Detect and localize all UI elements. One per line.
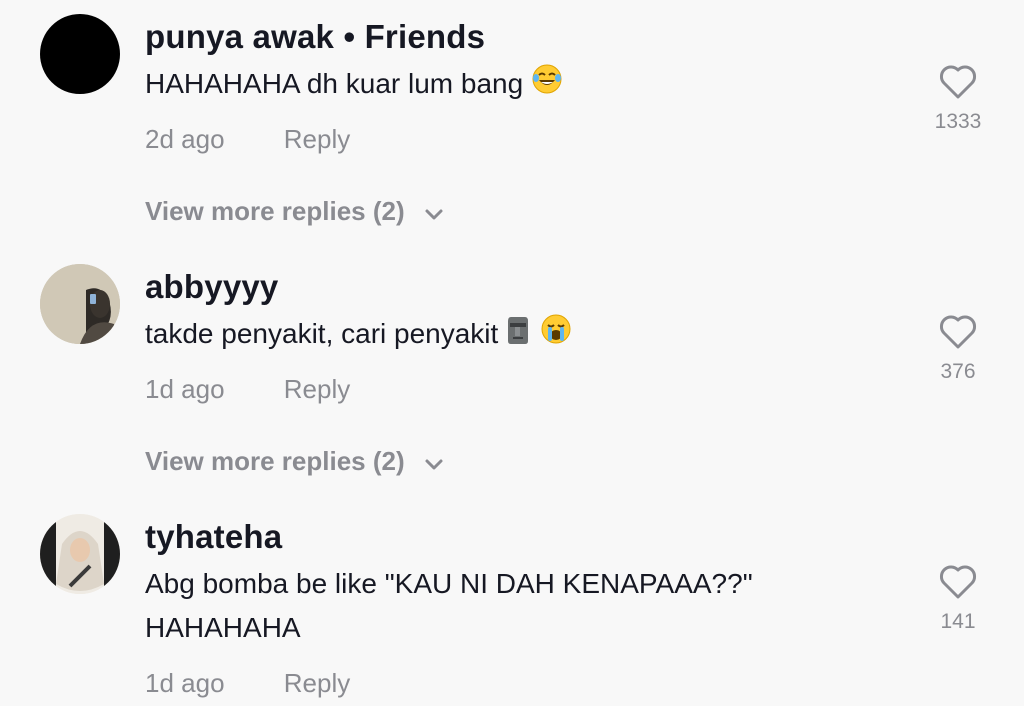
comment-meta: 1d ago Reply (145, 668, 350, 699)
comment-time: 1d ago (145, 668, 225, 698)
heart-outline-icon (939, 315, 977, 349)
reply-button[interactable]: Reply (284, 668, 350, 698)
like-count: 1333 (934, 110, 982, 133)
like-button[interactable]: 376 (928, 314, 988, 384)
chevron-down-icon (424, 448, 444, 479)
comment-username[interactable]: punya awak • Friends (145, 18, 485, 56)
like-count: 376 (940, 360, 976, 383)
comment-username[interactable]: tyhateha (145, 518, 282, 556)
like-button[interactable]: 141 (928, 564, 988, 634)
loudly-crying-face-icon (540, 313, 572, 358)
comment-text-body: takde penyakit, cari penyakit (145, 318, 499, 349)
moai-icon (506, 313, 532, 358)
comment-text-line: HAHAHAHA (145, 612, 301, 643)
comment-text-body: HAHAHAHA dh kuar lum bang (145, 68, 524, 99)
heart-outline-icon (939, 565, 977, 599)
avatar[interactable] (40, 264, 120, 344)
reply-button[interactable]: Reply (284, 374, 350, 404)
reply-button[interactable]: Reply (284, 124, 350, 154)
comment-time: 1d ago (145, 374, 225, 404)
heart-outline-icon (939, 65, 977, 99)
face-with-tears-of-joy-icon (531, 63, 563, 108)
comment-meta: 2d ago Reply (145, 124, 350, 155)
like-count: 141 (940, 610, 976, 633)
view-more-replies-button[interactable]: View more replies (2) (145, 196, 444, 229)
comment-text-line: Abg bomba be like "KAU NI DAH KENAPAAA??… (145, 568, 753, 599)
comment-username[interactable]: abbyyyy (145, 268, 278, 306)
view-more-replies-button[interactable]: View more replies (2) (145, 446, 444, 479)
view-more-label: View more replies (2) (145, 446, 405, 476)
view-more-label: View more replies (2) (145, 196, 405, 226)
avatar[interactable] (40, 514, 120, 594)
comment-text: takde penyakit, cari penyakit (145, 312, 572, 358)
chevron-down-icon (424, 198, 444, 229)
comment-time: 2d ago (145, 124, 225, 154)
comment-list: punya awak • Friends HAHAHAHA dh kuar lu… (0, 0, 1024, 706)
like-button[interactable]: 1333 (928, 64, 988, 134)
avatar[interactable] (40, 14, 120, 94)
comment-meta: 1d ago Reply (145, 374, 350, 405)
comment-text: HAHAHAHA dh kuar lum bang (145, 62, 563, 108)
